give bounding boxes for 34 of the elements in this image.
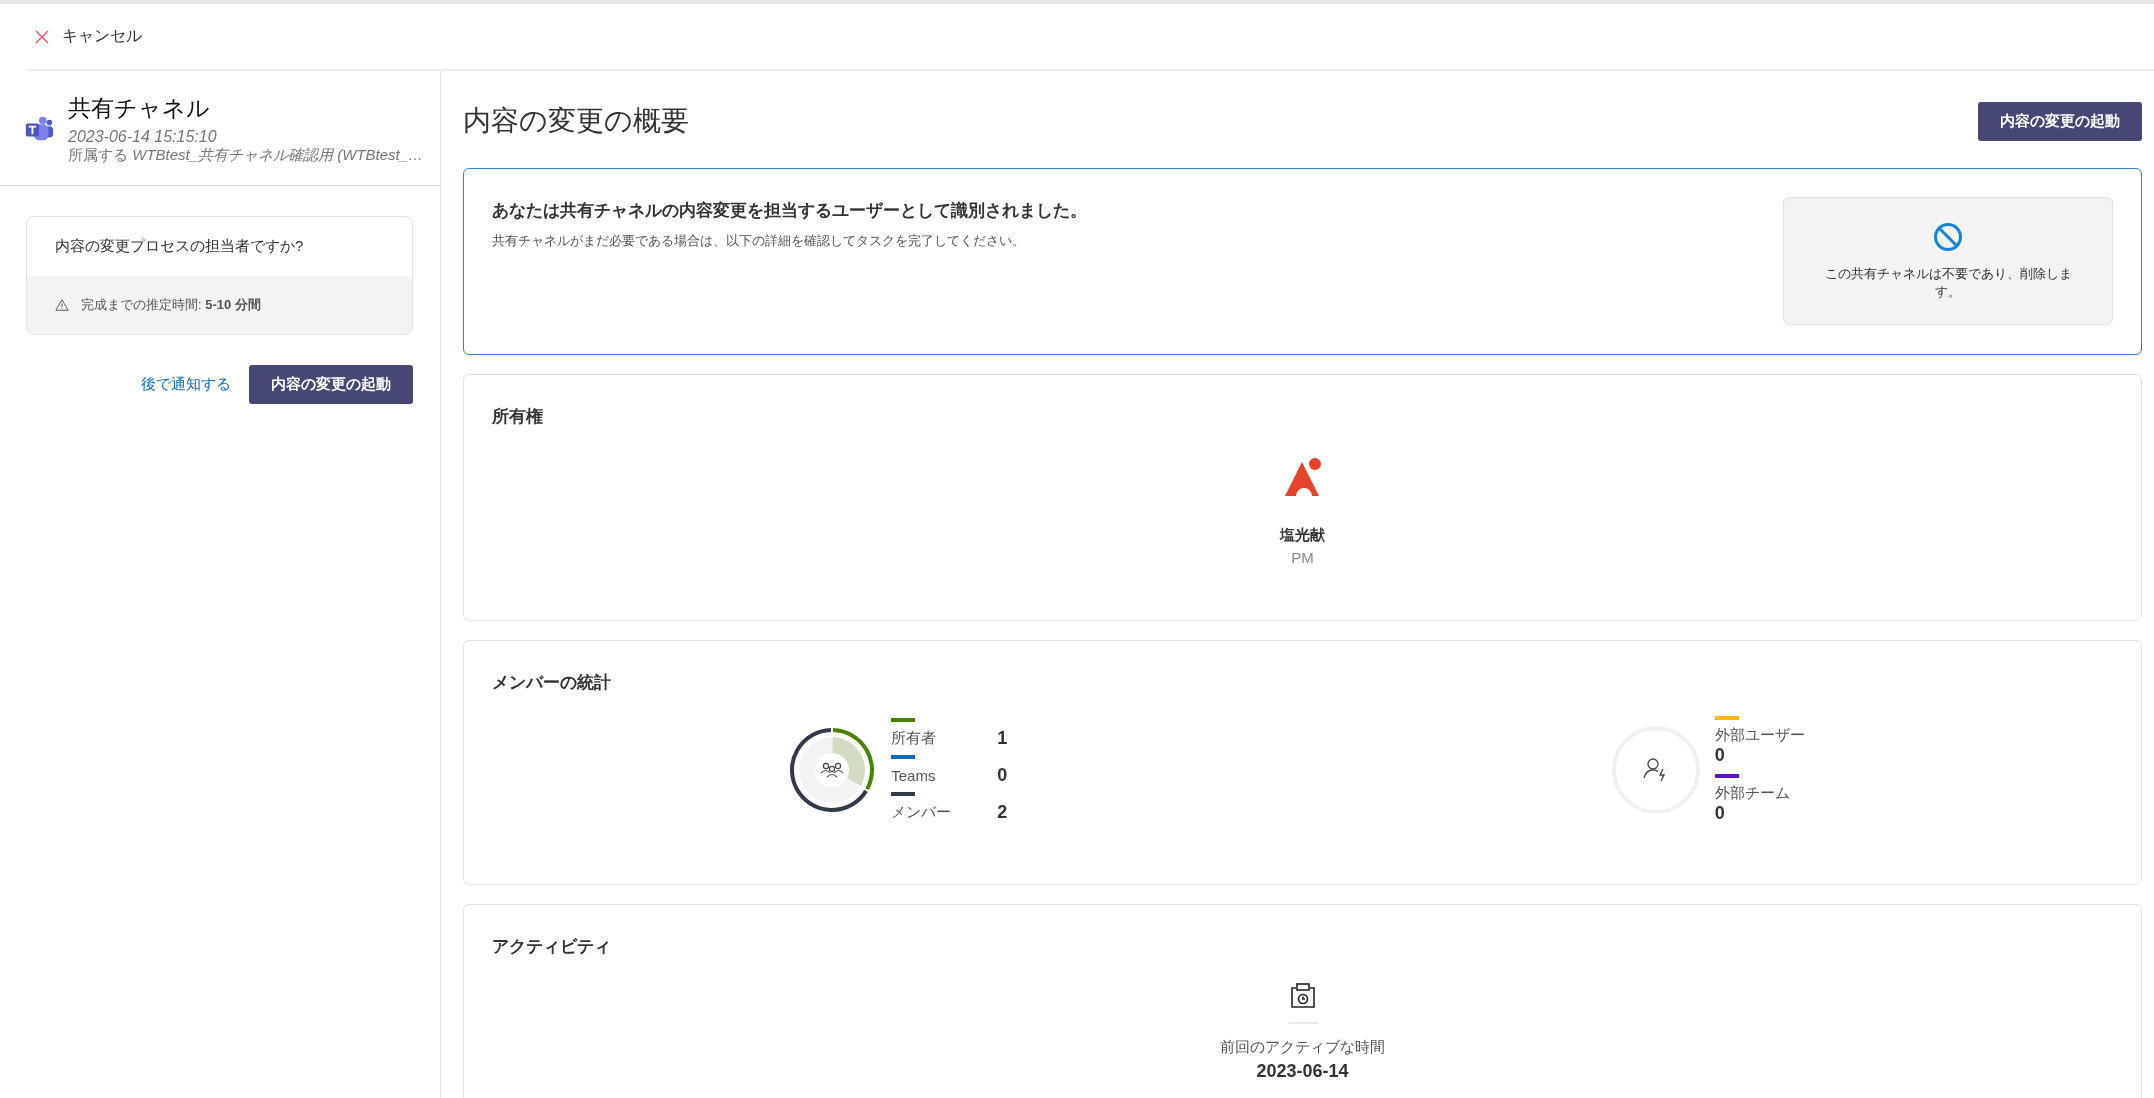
- legend-value: 1: [997, 727, 1008, 749]
- warning-icon: [55, 298, 69, 312]
- close-icon: [34, 28, 50, 45]
- section-title: アクティビティ: [492, 936, 612, 958]
- notify-later-link[interactable]: 後で通知する: [141, 375, 231, 394]
- legend-label: Teams: [891, 766, 937, 784]
- owner-role: PM: [1291, 549, 1314, 566]
- legend-label: 所有者: [891, 728, 938, 748]
- legend-label: 外部チーム: [1714, 784, 1791, 803]
- cancel-button[interactable]: キャンセル: [26, 22, 150, 51]
- prompt-question: 内容の変更プロセスの担当者ですか?: [54, 236, 305, 256]
- banner-description: 共有チャネルがまだ必要である場合は、以下の詳細を確認してタスクを完了してください。: [492, 232, 1026, 250]
- legend-value: 0: [1714, 803, 1726, 824]
- section-title: 所有権: [492, 406, 544, 428]
- legend-value: 0: [1714, 745, 1726, 766]
- legend-value: 2: [997, 801, 1008, 823]
- page-title: 内容の変更の概要: [463, 104, 689, 138]
- delete-channel-option[interactable]: この共有チャネルは不要であり、削除します。: [1783, 197, 2113, 325]
- legend-label: メンバー: [891, 802, 953, 822]
- banner-title: あなたは共有チャネルの内容変更を担当するユーザーとして識別されました。: [492, 200, 1087, 222]
- team-name: 所属する WTBtest_共有チャネル確認用 (WTBtest_…: [68, 146, 424, 165]
- legend-value: 0: [997, 764, 1008, 786]
- prohibited-icon: [1932, 221, 1964, 253]
- channel-title: 共有チャネル: [68, 94, 211, 123]
- last-active-date: 2023-06-14: [1256, 1061, 1349, 1082]
- start-change-button[interactable]: 内容の変更の起動: [249, 365, 413, 404]
- created-date: 2023-06-14 15:15:10: [68, 128, 218, 146]
- clipboard-clock-icon: [1288, 982, 1317, 1010]
- time-estimate: 完成までの推定時間: 5-10 分間: [81, 296, 261, 314]
- legend-label: 外部ユーザー: [1714, 726, 1805, 745]
- section-title: メンバーの統計: [492, 672, 612, 694]
- owner-name: 塩光献: [1280, 526, 1325, 545]
- last-active-label: 前回のアクティブな時間: [1220, 1038, 1385, 1057]
- start-change-button[interactable]: 内容の変更の起動: [1978, 101, 2142, 141]
